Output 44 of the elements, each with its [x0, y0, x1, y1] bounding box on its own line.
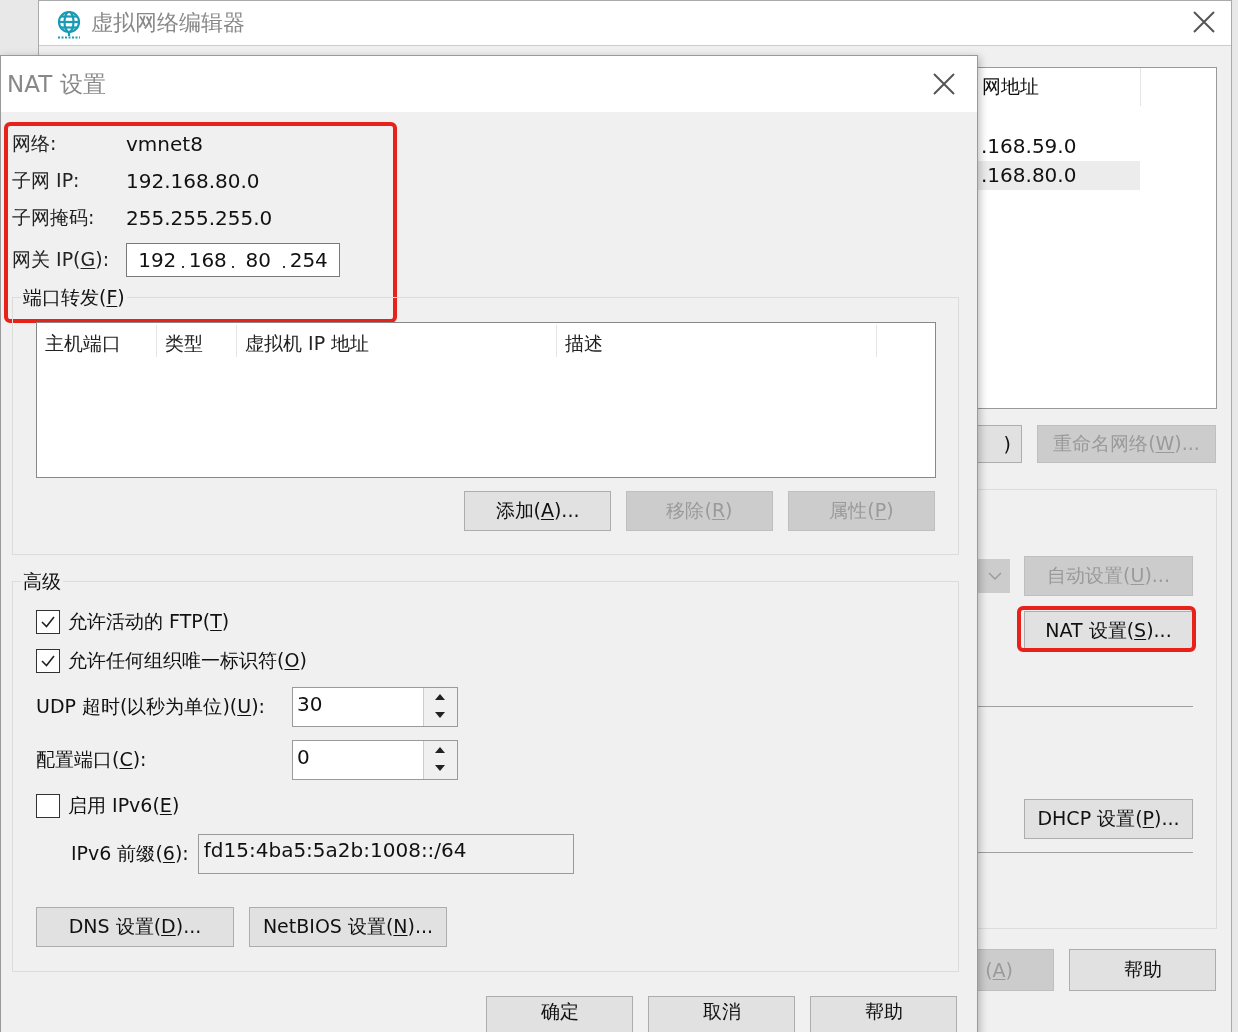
settings-button[interactable]: NetBIOS 设置(N)...: [249, 907, 447, 947]
column-header: 虚拟机 IP 地址: [237, 325, 557, 357]
settings-button[interactable]: DNS 设置(D)...: [36, 907, 234, 947]
field-value: vmnet8: [126, 131, 203, 156]
chevron-icon: [988, 572, 1002, 580]
number-spinner[interactable]: 0: [292, 739, 458, 780]
close-icon[interactable]: [933, 73, 955, 95]
cancel-button[interactable]: 取消: [648, 996, 795, 1032]
checkbox-label: 允许任何组织唯一标识符(O): [68, 647, 307, 673]
field-label: 配置端口(C):: [36, 746, 148, 772]
field-label: UDP 超时(以秒为单位)(U):: [36, 693, 267, 719]
help-button[interactable]: 帮助: [1069, 949, 1216, 991]
help-button[interactable]: 帮助: [810, 996, 957, 1032]
field-value: 255.255.255.0: [126, 205, 273, 230]
dialog-title: NAT 设置: [7, 69, 106, 99]
column-header: 类型: [157, 325, 237, 357]
field-label: 子网掩码:: [12, 204, 96, 230]
ip-octet: 80: [244, 248, 272, 272]
checkbox[interactable]: [36, 793, 60, 818]
checkbox[interactable]: [36, 609, 60, 634]
column-header: 描述: [557, 325, 877, 357]
number-spinner[interactable]: 30: [292, 686, 458, 727]
dhcp-settings-button[interactable]: DHCP 设置(P)...: [1024, 799, 1193, 839]
checkbox-label: 允许活动的 FTP(T): [68, 608, 230, 634]
nat-settings-button[interactable]: NAT 设置(S)...: [1024, 611, 1193, 651]
column-header: 主机端口: [37, 325, 157, 357]
field-value: 192.168.80.0: [126, 168, 260, 193]
field-label: 网关 IP(G):: [12, 247, 111, 272]
field-label: IPv6 前缀(6):: [71, 841, 189, 866]
field-label: 网络:: [12, 130, 58, 156]
ip-octet: 192: [137, 248, 178, 272]
globe-icon: [55, 10, 83, 40]
ip-address-field[interactable]: 192 168 80 254: [126, 243, 340, 277]
group-title: 高级: [21, 568, 63, 594]
ok-button[interactable]: 确定: [486, 996, 633, 1032]
field-label: 子网 IP:: [12, 167, 81, 193]
checkbox-label: 启用 IPv6(E): [68, 792, 180, 818]
close-icon[interactable]: [1193, 11, 1215, 33]
ip-octet: 168: [187, 248, 228, 272]
column-header: 网地址: [982, 74, 1039, 99]
table-action-button[interactable]: 添加(A)...: [464, 491, 611, 531]
window-title: 虚拟网络编辑器: [91, 9, 245, 37]
ip-octet: 254: [288, 248, 329, 272]
checkbox[interactable]: [36, 648, 60, 673]
